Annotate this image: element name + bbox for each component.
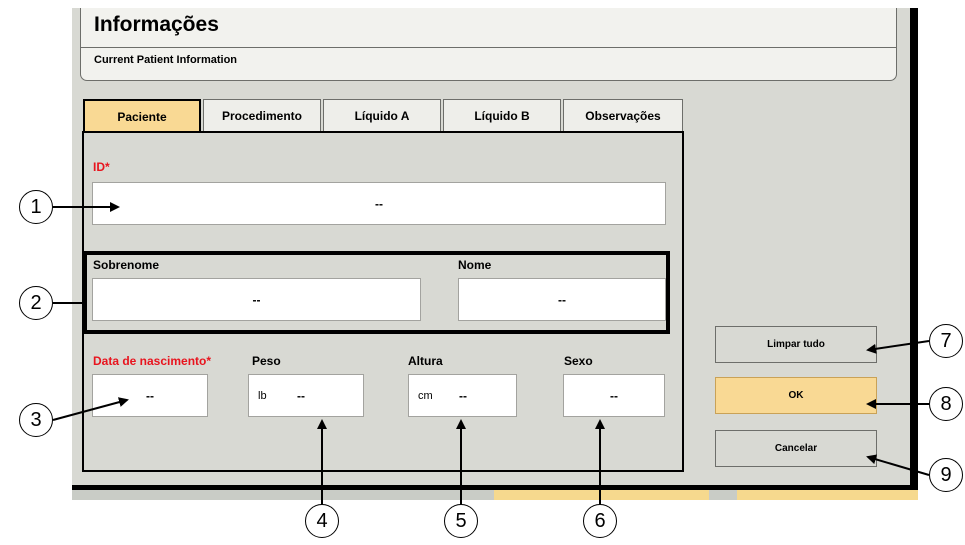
callout-8: 8	[929, 387, 963, 421]
callout-3: 3	[19, 403, 53, 437]
callout-4: 4	[305, 504, 339, 538]
callout-7: 7	[929, 324, 963, 358]
callout-arrows	[52, 202, 930, 504]
callout-2: 2	[19, 286, 53, 320]
callout-9: 9	[929, 458, 963, 492]
callout-6: 6	[583, 504, 617, 538]
callout-1: 1	[19, 190, 53, 224]
callout-5: 5	[444, 504, 478, 538]
